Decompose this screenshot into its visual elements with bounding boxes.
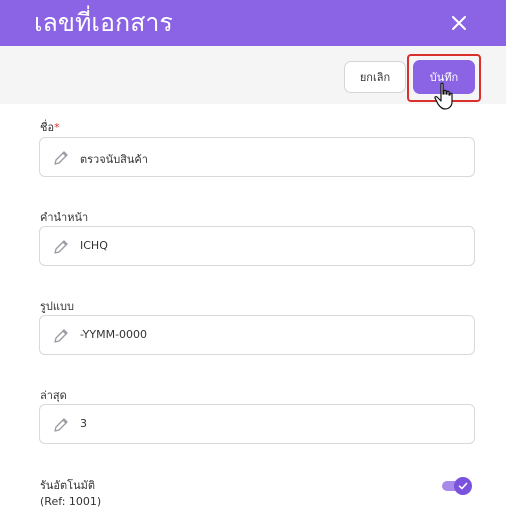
pencil-icon: [52, 238, 70, 256]
format-label: รูปแบบ: [40, 300, 74, 313]
hand-pointer-cursor-icon: [434, 82, 456, 112]
checkmark-icon: [454, 477, 472, 495]
close-icon[interactable]: [448, 12, 470, 34]
name-value: ตรวจนับสินค้า: [80, 153, 148, 166]
action-toolbar: ยกเลิก บันทึก: [0, 46, 506, 104]
prefix-field[interactable]: ICHQ: [39, 226, 475, 266]
dialog-title: เลขที่เอกสาร: [34, 8, 173, 37]
format-field[interactable]: -YYMM-0000: [39, 315, 475, 355]
prefix-value: ICHQ: [80, 239, 108, 252]
document-number-dialog: เลขที่เอกสาร ยกเลิก บันทึก ชื่อ* ตรวจนับ…: [0, 0, 506, 521]
latest-value: 3: [80, 417, 87, 430]
auto-run-label-group: รันอัตโนมัติ (Ref: 1001): [40, 478, 101, 510]
cancel-button[interactable]: ยกเลิก: [344, 61, 406, 93]
format-value: -YYMM-0000: [80, 328, 148, 341]
prefix-label: คำนำหน้า: [40, 211, 89, 224]
pencil-icon: [52, 149, 70, 167]
pencil-icon: [52, 416, 70, 434]
required-mark: *: [54, 121, 60, 134]
pencil-icon: [52, 327, 70, 345]
name-field[interactable]: ตรวจนับสินค้า: [39, 137, 475, 177]
latest-label: ล่าสุด: [40, 389, 67, 402]
auto-run-toggle[interactable]: [442, 477, 472, 495]
auto-run-ref: (Ref: 1001): [40, 495, 102, 508]
name-label: ชื่อ*: [40, 121, 60, 134]
auto-run-label: รันอัตโนมัติ: [40, 479, 95, 492]
dialog-header: เลขที่เอกสาร: [0, 0, 506, 46]
latest-field[interactable]: 3: [39, 404, 475, 444]
